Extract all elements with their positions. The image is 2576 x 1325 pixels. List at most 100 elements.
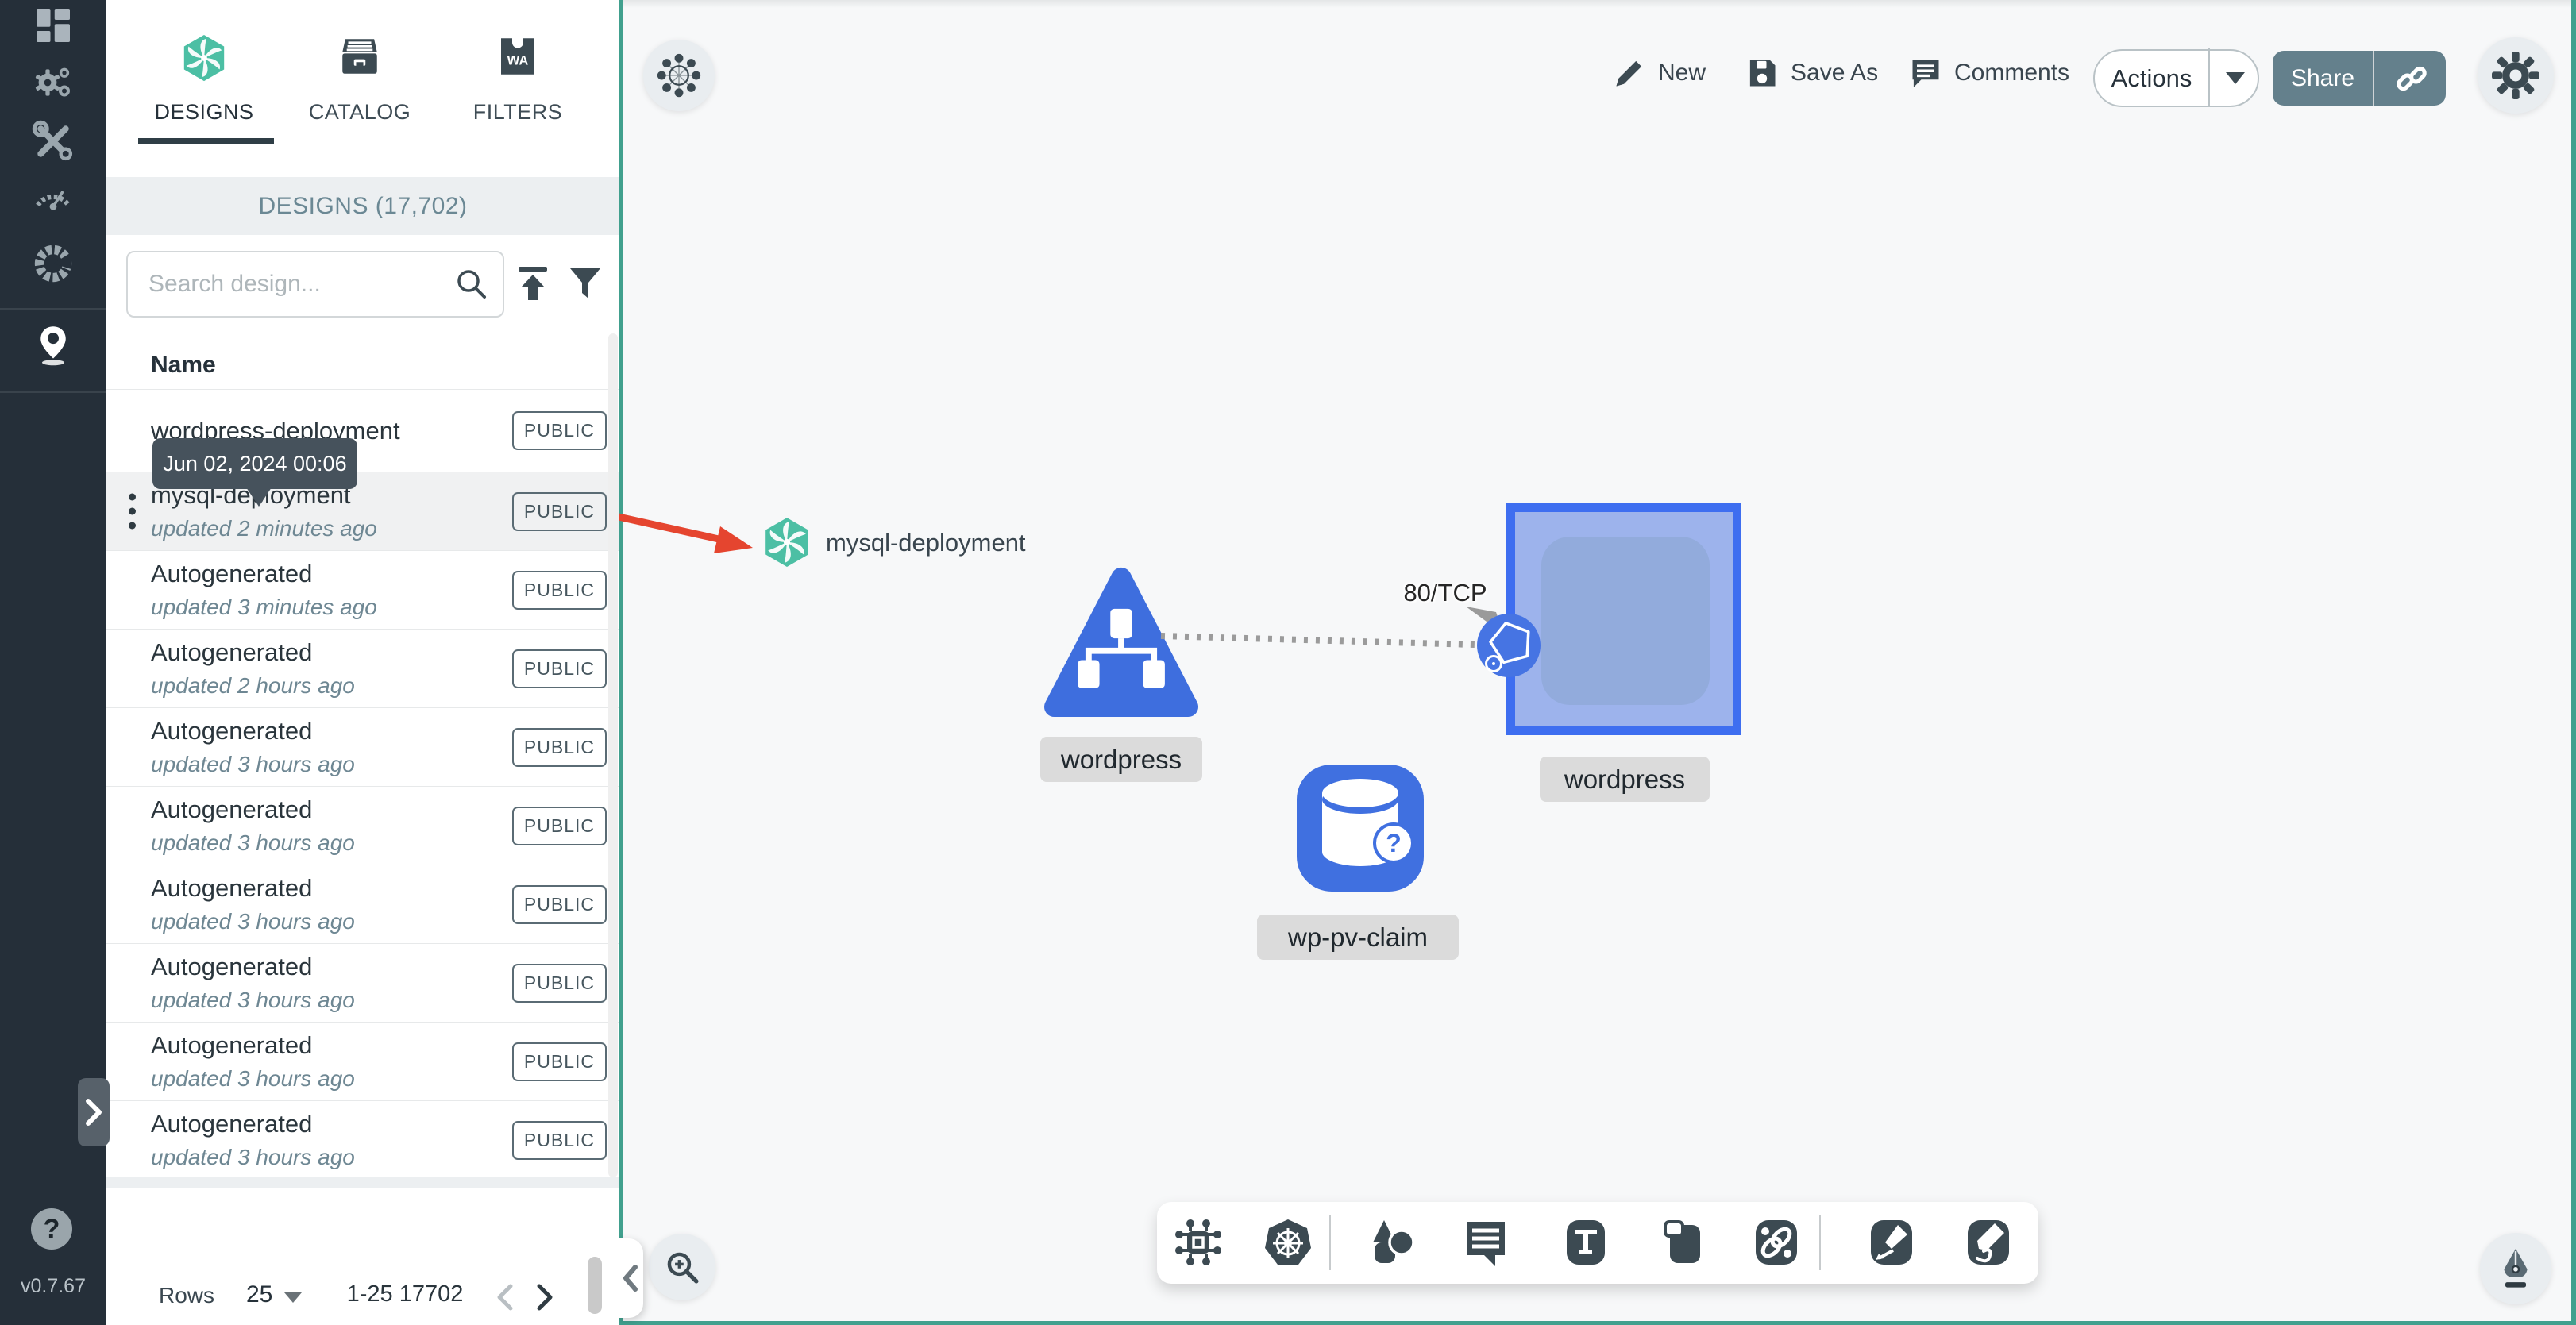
doodle-pen-tool-icon[interactable] bbox=[1963, 1217, 2014, 1268]
chevron-right-icon bbox=[86, 1099, 102, 1126]
wordpress-service-node[interactable] bbox=[1043, 562, 1199, 721]
component-chip-icon[interactable] bbox=[1173, 1217, 1224, 1268]
row-subtitle: updated 3 hours ago bbox=[151, 752, 355, 776]
table-row[interactable]: Autogenerated updated 3 hours ago PUBLIC bbox=[106, 708, 619, 787]
actions-caret-icon[interactable] bbox=[2226, 72, 2245, 84]
collapse-panel-button[interactable] bbox=[617, 1238, 643, 1318]
tab-designs[interactable]: DESIGNS bbox=[145, 0, 264, 159]
row-name: Autogenerated bbox=[151, 560, 313, 587]
next-page-button[interactable] bbox=[531, 1280, 558, 1315]
column-header-name[interactable]: Name bbox=[151, 341, 216, 389]
wp-pv-claim-node[interactable]: ? bbox=[1297, 765, 1424, 892]
comment-icon bbox=[1912, 60, 1939, 87]
kanvas-pin-icon[interactable] bbox=[31, 322, 75, 367]
help-button[interactable]: ? bbox=[31, 1208, 72, 1250]
arrow-pen-tool-icon[interactable] bbox=[1866, 1217, 1917, 1268]
search-input[interactable] bbox=[126, 251, 504, 318]
zoom-in-magnifier-icon bbox=[667, 1252, 699, 1284]
row-visibility-badge: PUBLIC bbox=[511, 411, 607, 450]
table-row[interactable]: Autogenerated updated 2 hours ago PUBLIC bbox=[106, 630, 619, 708]
wordpress-deployment-node-inner bbox=[1541, 537, 1710, 705]
table-row[interactable]: Autogenerated updated 3 hours ago PUBLIC bbox=[106, 944, 619, 1023]
active-tab-indicator bbox=[138, 138, 274, 144]
relationship-link-tool-icon[interactable] bbox=[1751, 1217, 1802, 1268]
rows-per-page-label: Rows bbox=[159, 1283, 215, 1308]
search-icon[interactable] bbox=[454, 267, 489, 302]
row-name: Autogenerated bbox=[151, 795, 313, 823]
share-split-button[interactable]: Share bbox=[2273, 51, 2446, 106]
table-row[interactable]: Autogenerated updated 3 hours ago PUBLIC bbox=[106, 1101, 619, 1180]
design-rows: wordpress-deployment PUBLIC mysql-deploy… bbox=[106, 389, 619, 1180]
save-as-button[interactable]: Save As bbox=[1745, 56, 1878, 91]
button-divider bbox=[2208, 48, 2210, 106]
floppy-save-icon bbox=[1749, 60, 1776, 87]
sidebar-divider bbox=[0, 391, 106, 393]
row-subtitle: updated 2 hours ago bbox=[151, 673, 355, 698]
settings-button[interactable] bbox=[2478, 37, 2554, 114]
row-subtitle: updated 3 hours ago bbox=[151, 1145, 355, 1169]
app-sidebar: ? v0.7.67 bbox=[0, 0, 110, 1325]
rows-select-caret-icon[interactable] bbox=[284, 1292, 302, 1303]
table-row[interactable]: Autogenerated updated 3 hours ago PUBLIC bbox=[106, 787, 619, 865]
wordpress-service-label[interactable]: wordpress bbox=[1040, 737, 1202, 782]
pen-nib-icon bbox=[2504, 1248, 2528, 1288]
text-tool-icon[interactable] bbox=[1560, 1217, 1611, 1268]
question-badge-icon: ? bbox=[1373, 822, 1414, 864]
tooltip-arrow bbox=[246, 487, 272, 507]
configuration-tools-icon[interactable] bbox=[31, 119, 75, 164]
kubernetes-icon[interactable] bbox=[1263, 1217, 1313, 1268]
row-name: Autogenerated bbox=[151, 874, 313, 902]
filter-funnel-icon[interactable] bbox=[569, 267, 602, 302]
panel-scrollbar-thumb[interactable] bbox=[588, 1257, 602, 1314]
tab-filters[interactable]: WA FILTERS bbox=[458, 0, 577, 159]
performance-icon[interactable] bbox=[31, 175, 75, 219]
comment-tool-icon[interactable] bbox=[1460, 1217, 1511, 1268]
row-name: Autogenerated bbox=[151, 1110, 313, 1138]
wordpress-deployment-label[interactable]: wordpress bbox=[1540, 757, 1710, 802]
comments-button[interactable]: Comments bbox=[1908, 56, 2069, 91]
design-canvas[interactable]: New Save As Comments Actions Share mysql… bbox=[617, 0, 2576, 1325]
row-name: Autogenerated bbox=[151, 638, 313, 666]
wordpress-deployment-node[interactable] bbox=[1506, 503, 1741, 735]
copy-link-icon[interactable] bbox=[2393, 60, 2430, 97]
button-divider bbox=[2373, 51, 2374, 106]
row-visibility-badge: PUBLIC bbox=[511, 491, 607, 531]
row-visibility-badge: PUBLIC bbox=[511, 570, 607, 610]
row-name: Autogenerated bbox=[151, 953, 313, 980]
mysql-deployment-node-label[interactable]: mysql-deployment bbox=[826, 529, 1026, 557]
pen-mode-button[interactable] bbox=[2480, 1233, 2551, 1304]
row-subtitle: updated 2 minutes ago bbox=[151, 516, 377, 541]
actions-split-button[interactable]: Actions bbox=[2093, 48, 2259, 107]
list-end-strip bbox=[106, 1177, 619, 1188]
new-button[interactable]: New bbox=[1612, 56, 1706, 91]
gear-icon bbox=[2492, 52, 2539, 99]
prev-page-button[interactable] bbox=[492, 1280, 519, 1315]
dashboard-icon[interactable] bbox=[31, 3, 75, 48]
table-row[interactable]: Autogenerated updated 3 minutes ago PUBL… bbox=[106, 551, 619, 630]
mysql-deployment-node-icon[interactable] bbox=[761, 514, 813, 570]
row-subtitle: updated 3 minutes ago bbox=[151, 595, 377, 619]
extensions-icon[interactable] bbox=[31, 241, 75, 286]
lifecycle-gears-icon[interactable] bbox=[31, 60, 75, 105]
row-visibility-badge: PUBLIC bbox=[511, 884, 607, 924]
row-visibility-badge: PUBLIC bbox=[511, 963, 607, 1003]
row-subtitle: updated 3 hours ago bbox=[151, 1066, 355, 1091]
rows-per-page-select[interactable]: 25 bbox=[246, 1281, 272, 1308]
spaces-switcher-button[interactable] bbox=[643, 40, 715, 111]
zoom-button[interactable] bbox=[649, 1234, 715, 1300]
table-row[interactable]: Autogenerated updated 3 hours ago PUBLIC bbox=[106, 865, 619, 944]
table-row[interactable]: Autogenerated updated 3 hours ago PUBLIC bbox=[106, 1023, 619, 1101]
tab-catalog[interactable]: CATALOG bbox=[300, 0, 419, 159]
wp-pv-claim-label[interactable]: wp-pv-claim bbox=[1257, 915, 1459, 960]
import-upload-icon[interactable] bbox=[515, 265, 551, 303]
dock-divider bbox=[1329, 1215, 1331, 1270]
shapes-tool-icon[interactable] bbox=[1367, 1217, 1417, 1268]
sidebar-expand-button[interactable] bbox=[78, 1078, 110, 1146]
row-subtitle: updated 3 hours ago bbox=[151, 909, 355, 934]
dot-flower-icon bbox=[657, 53, 701, 98]
canvas-top-shade bbox=[623, 0, 2571, 8]
dock-divider bbox=[1819, 1215, 1821, 1270]
frame-media-tool-icon[interactable] bbox=[1657, 1217, 1708, 1268]
row-kebab-icon[interactable] bbox=[129, 493, 136, 530]
version-label: v0.7.67 bbox=[20, 1275, 86, 1297]
